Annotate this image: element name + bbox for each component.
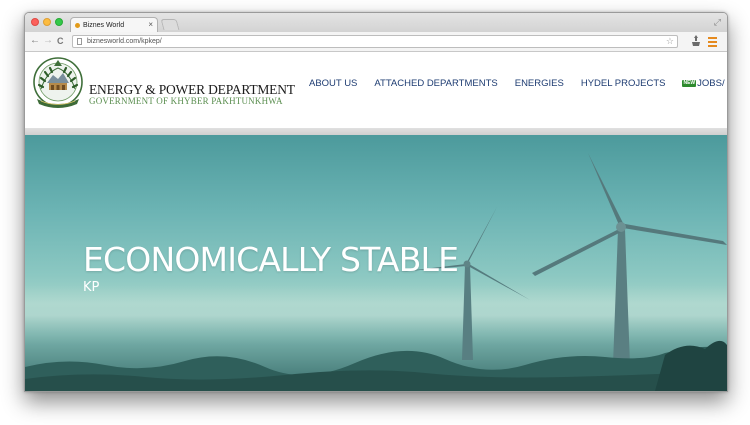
nav-jobs-tenders-label: JOBS/ TENDERS — [697, 78, 727, 89]
window-minimize-button[interactable] — [43, 18, 51, 26]
browser-window: Biznes World × ⤢ ← → C biznesworld.com/k… — [24, 12, 728, 392]
window-close-button[interactable] — [31, 18, 39, 26]
back-arrow-icon[interactable]: ← — [30, 35, 40, 47]
browser-menu-icon[interactable] — [708, 37, 717, 47]
new-badge-icon: NEW — [682, 80, 697, 87]
url-text: biznesworld.com/kpkep/ — [87, 38, 162, 45]
bookmark-star-icon[interactable]: ☆ — [666, 36, 674, 47]
nav-about-us[interactable]: ABOUT US — [309, 78, 357, 89]
reload-icon[interactable]: C — [57, 35, 64, 47]
site-header: ENERGY & POWER DEPARTMENT GOVERNMENT OF … — [25, 52, 727, 130]
hero-title: ECONOMICALLY STABLE — [83, 240, 459, 279]
window-controls — [31, 18, 63, 26]
extension-icon[interactable] — [691, 35, 701, 49]
favicon-icon — [75, 22, 80, 28]
nav-energies[interactable]: ENERGIES — [515, 78, 564, 89]
browser-tab[interactable]: Biznes World × — [70, 17, 158, 32]
tab-close-icon[interactable]: × — [148, 20, 153, 29]
forward-arrow-icon[interactable]: → — [43, 35, 53, 47]
address-bar: ← → C biznesworld.com/kpkep/ ☆ — [25, 32, 727, 52]
tab-strip: Biznes World × ⤢ — [25, 13, 727, 32]
hero-banner: ECONOMICALLY STABLE KP — [25, 135, 727, 391]
fullscreen-icon[interactable]: ⤢ — [714, 17, 721, 28]
government-title: GOVERNMENT OF KHYBER PAKHTUNKHWA — [89, 96, 283, 106]
nav-jobs-tenders[interactable]: NEW JOBS/ TENDERS — [682, 78, 727, 89]
main-nav: ABOUT US ATTACHED DEPARTMENTS ENERGIES H… — [309, 78, 727, 89]
url-input[interactable]: biznesworld.com/kpkep/ ☆ — [72, 35, 678, 48]
tab-title: Biznes World — [83, 21, 125, 29]
nav-hydel-projects[interactable]: HYDEL PROJECTS — [581, 78, 666, 89]
hero-subtitle: KP — [83, 280, 100, 295]
page-icon — [77, 38, 82, 45]
header-divider — [25, 128, 727, 135]
nav-attached-departments[interactable]: ATTACHED DEPARTMENTS — [374, 78, 497, 89]
kpk-emblem-logo — [33, 57, 83, 108]
window-maximize-button[interactable] — [55, 18, 63, 26]
new-tab-button[interactable] — [160, 19, 180, 30]
